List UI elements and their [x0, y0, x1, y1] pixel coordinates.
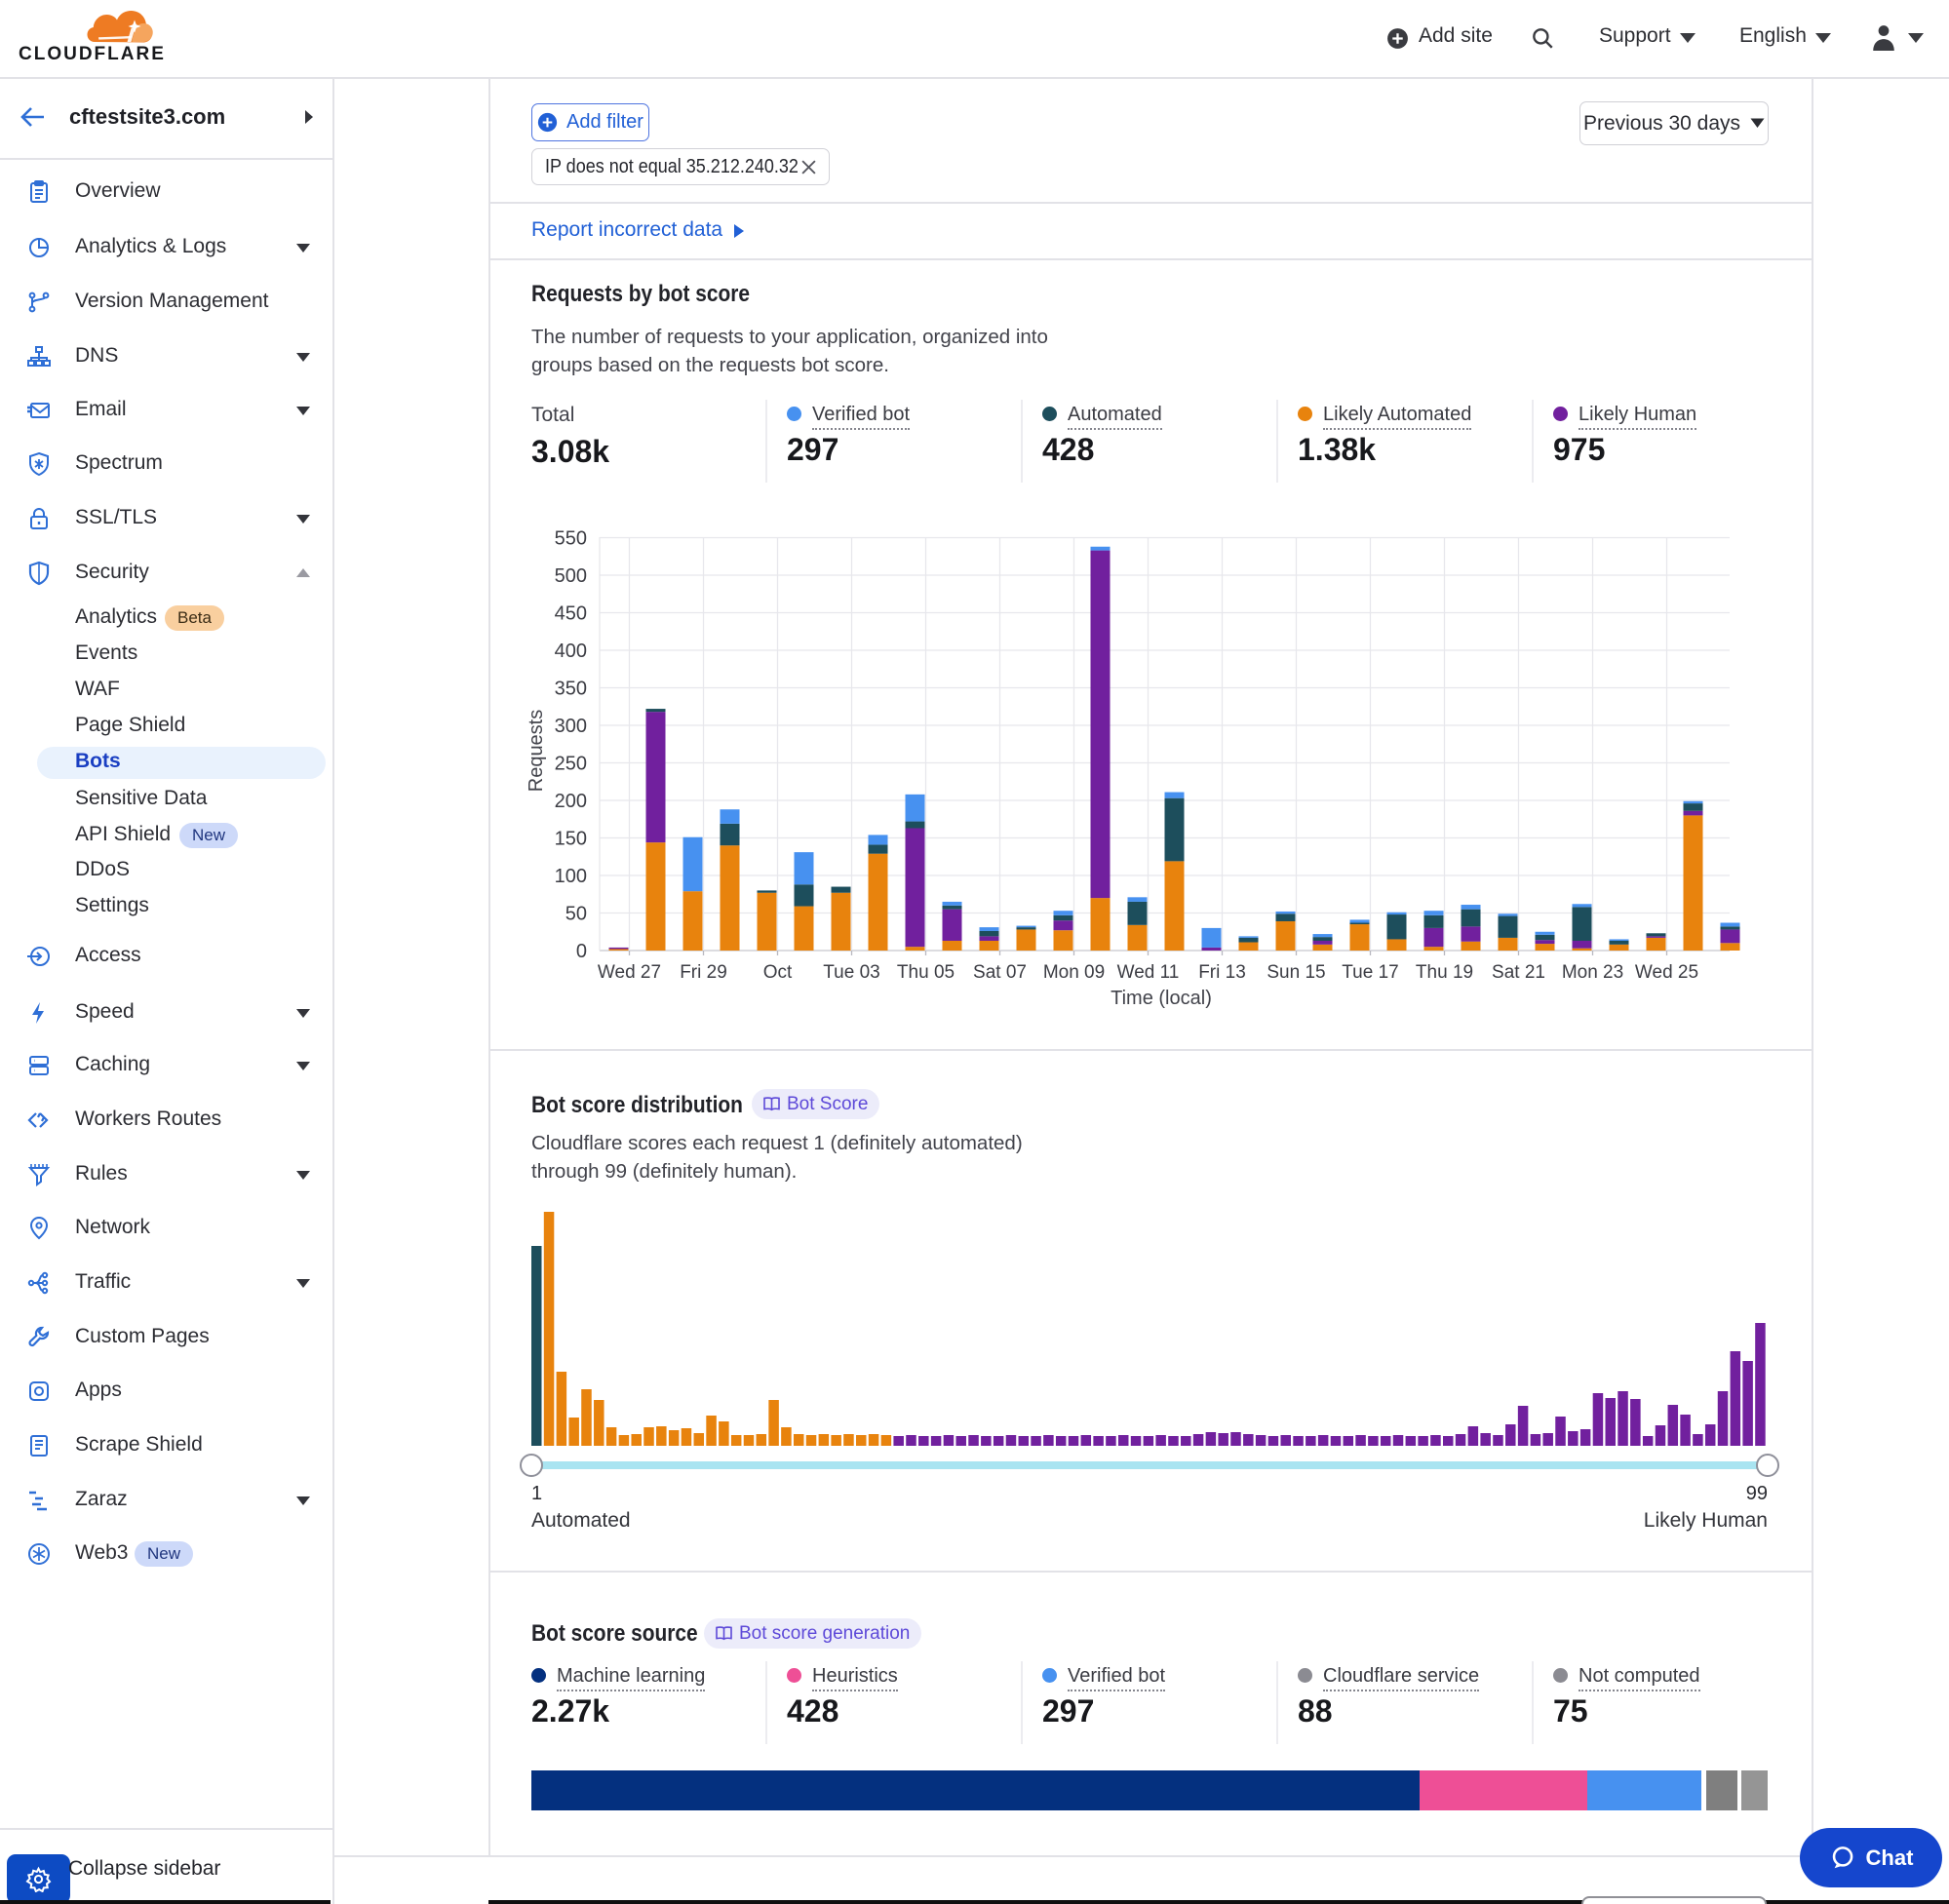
svg-text:Thu 19: Thu 19 [1416, 962, 1473, 983]
svg-text:Time (local): Time (local) [1111, 988, 1212, 1009]
svg-text:450: 450 [555, 603, 587, 625]
svg-text:Fri 13: Fri 13 [1198, 962, 1246, 983]
svg-text:Tue 17: Tue 17 [1342, 962, 1398, 983]
svg-text:Wed 11: Wed 11 [1117, 962, 1180, 983]
svg-text:300: 300 [555, 716, 587, 737]
svg-text:Oct: Oct [763, 962, 793, 983]
svg-text:500: 500 [555, 565, 587, 587]
svg-text:Mon 09: Mon 09 [1043, 962, 1105, 983]
svg-text:Requests: Requests [526, 710, 547, 793]
svg-text:Sat 07: Sat 07 [973, 962, 1027, 983]
svg-text:50: 50 [565, 904, 587, 925]
svg-text:Wed 25: Wed 25 [1635, 962, 1698, 983]
svg-text:400: 400 [555, 641, 587, 662]
svg-text:100: 100 [555, 866, 587, 887]
svg-text:200: 200 [555, 791, 587, 812]
svg-text:250: 250 [555, 754, 587, 775]
svg-text:Sat 21: Sat 21 [1492, 962, 1545, 983]
svg-text:Wed 27: Wed 27 [598, 962, 661, 983]
svg-text:150: 150 [555, 829, 587, 850]
svg-text:Mon 23: Mon 23 [1562, 962, 1623, 983]
svg-text:Fri 29: Fri 29 [680, 962, 727, 983]
svg-text:0: 0 [576, 941, 587, 962]
svg-text:Thu 05: Thu 05 [897, 962, 955, 983]
svg-text:550: 550 [555, 528, 587, 550]
svg-text:Tue 03: Tue 03 [823, 962, 879, 983]
svg-text:350: 350 [555, 679, 587, 700]
svg-text:Sun 15: Sun 15 [1267, 962, 1325, 983]
